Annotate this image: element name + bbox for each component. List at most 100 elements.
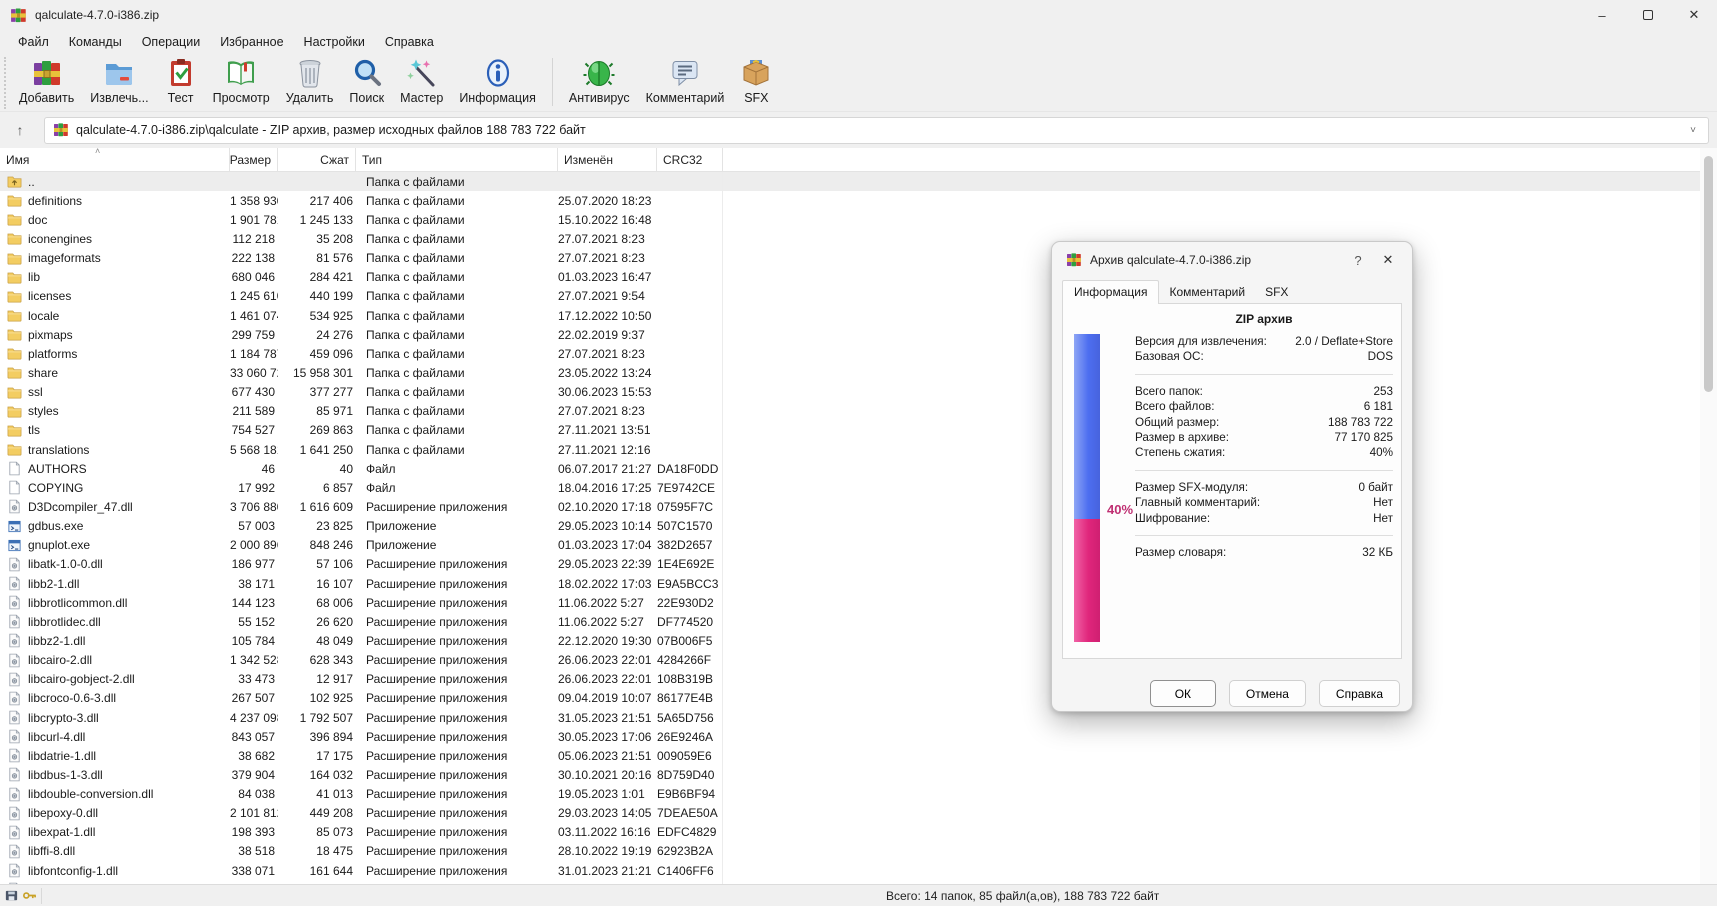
- file-row-libffi-8.dll[interactable]: libffi-8.dll 38 518 18 475 Расширение прило…: [0, 841, 1700, 862]
- file-row-libb2-1.dll[interactable]: libb2-1.dll 38 171 16 107 Расширение прилож…: [0, 573, 1700, 594]
- dialog-close-button[interactable]: ✕: [1372, 252, 1404, 268]
- file-row-libcrypto-3.dll[interactable]: libcrypto-3.dll 4 237 098 1 792 507 Расшире…: [0, 707, 1700, 728]
- file-modified: 31.01.2023 21:21: [558, 863, 652, 878]
- file-row-libbz2-1.dll[interactable]: libbz2-1.dll 105 784 48 049 Расширение прил…: [0, 631, 1700, 651]
- file-type: Файл: [366, 480, 396, 495]
- file-row-libatk-1.0-0.dll[interactable]: libatk-1.0-0.dll 186 977 57 106 Расширение …: [0, 554, 1700, 574]
- file-type: Папка с файлами: [366, 212, 465, 227]
- column-header-packed[interactable]: Сжат: [278, 148, 356, 171]
- minimize-button[interactable]: –: [1579, 0, 1625, 30]
- toolbar-button-добавить[interactable]: Добавить: [11, 55, 82, 107]
- file-row-doc[interactable]: doc 1 901 781 1 245 133 Папка с файлами 15.1…: [0, 210, 1700, 230]
- file-row-definitions[interactable]: definitions 1 358 930 217 406 Папка с файла…: [0, 191, 1700, 211]
- vertical-scrollbar[interactable]: [1700, 148, 1717, 884]
- file-row-libdouble-conversion.dll[interactable]: libdouble-conversion.dll 84 038 41 013 Расш…: [0, 784, 1700, 804]
- toolbar-button-поиск[interactable]: Поиск: [341, 55, 392, 107]
- toolbar-button-sfx[interactable]: SFX: [732, 55, 780, 107]
- file-row-ssl[interactable]: ssl 677 430 377 277 Папка с файлами 30.06.20…: [0, 382, 1700, 402]
- toolbar-button-антивирус[interactable]: Антивирус: [561, 55, 638, 107]
- dialog-button-справка[interactable]: Справка: [1318, 680, 1400, 707]
- toolbar-button-просмотр[interactable]: Просмотр: [205, 55, 278, 107]
- dll-icon: [7, 614, 28, 629]
- file-row-AUTHORS[interactable]: AUTHORS 46 40 Файл 06.07.2017 21:27 DA18F0DD: [0, 459, 1700, 479]
- file-crc: 108B319B: [657, 669, 723, 689]
- column-header-label: Сжат: [320, 152, 349, 167]
- file-name: libffi-8.dll: [28, 844, 76, 859]
- menu-item-настройки[interactable]: Настройки: [294, 33, 375, 51]
- file-row-gdbus.exe[interactable]: gdbus.exe 57 003 23 825 Приложение 29.05.202…: [0, 516, 1700, 536]
- dialog-button-ок[interactable]: ОК: [1149, 680, 1216, 707]
- maximize-button[interactable]: [1625, 0, 1671, 30]
- close-button[interactable]: ✕: [1671, 0, 1717, 30]
- dialog-tab-sfx[interactable]: SFX: [1255, 282, 1298, 303]
- scrollbar-thumb[interactable]: [1704, 156, 1713, 392]
- file-row-styles[interactable]: styles 211 589 85 971 Папка с файлами 27.07.…: [0, 401, 1700, 421]
- menu-item-операции[interactable]: Операции: [132, 33, 210, 51]
- file-packed: 284 421: [309, 270, 353, 285]
- toolbar-button-label: Тест: [167, 91, 194, 105]
- file-row-locale[interactable]: locale 1 461 074 534 925 Папка с файлами 17.…: [0, 305, 1700, 326]
- up-one-level-button[interactable]: ↑: [4, 117, 36, 143]
- winrar-archive-icon: [1066, 252, 1090, 268]
- file-row-libbrotlicommon.dll[interactable]: libbrotlicommon.dll 144 123 68 006 Расширен…: [0, 593, 1700, 613]
- dialog-tab-комментарий[interactable]: Комментарий: [1159, 282, 1255, 303]
- file-crc: [657, 420, 723, 440]
- file-name: ssl: [28, 385, 43, 400]
- file-row-gnuplot.exe[interactable]: gnuplot.exe 2 000 896 848 246 Приложение 01.…: [0, 535, 1700, 555]
- file-row-tls[interactable]: tls 754 527 269 863 Папка с файлами 27.11.20…: [0, 420, 1700, 440]
- toolbar-button-извлечь[interactable]: Извлечь...: [82, 55, 156, 107]
- toolbar-button-удалить[interactable]: Удалить: [278, 55, 342, 107]
- file-row-libepoxy-0.dll[interactable]: libepoxy-0.dll 2 101 812 449 208 Расширение…: [0, 803, 1700, 823]
- file-row-libexpat-1.dll[interactable]: libexpat-1.dll 198 393 85 073 Расширение пр…: [0, 822, 1700, 842]
- file-name: libcairo-gobject-2.dll: [28, 672, 135, 687]
- file-modified: 30.05.2023 17:06: [558, 729, 652, 744]
- toolbar-button-мастер[interactable]: Мастер: [392, 55, 451, 107]
- file-row-platforms[interactable]: platforms 1 184 787 459 096 Папка с файлами…: [0, 344, 1700, 364]
- file-packed: 17 175: [316, 748, 353, 763]
- file-name: D3Dcompiler_47.dll: [28, 499, 133, 514]
- toolbar-button-комментарий[interactable]: Комментарий: [638, 55, 733, 107]
- file-row-libdbus-1-3.dll[interactable]: libdbus-1-3.dll 379 904 164 032 Расширение …: [0, 765, 1700, 785]
- file-modified: 01.03.2023 17:04: [558, 538, 652, 553]
- toolbar-button-информация[interactable]: Информация: [451, 55, 544, 107]
- file-crc: E9A5BCC3: [657, 573, 723, 594]
- column-header-size[interactable]: Размер: [230, 148, 278, 171]
- dialog-help-button[interactable]: ?: [1344, 253, 1372, 268]
- file-row-pixmaps[interactable]: pixmaps 299 759 24 276 Папка с файлами 22.02…: [0, 325, 1700, 345]
- file-row-COPYING[interactable]: COPYING 17 992 6 857 Файл 18.04.2016 17:25 7E…: [0, 478, 1700, 498]
- file-row-libcurl-4.dll[interactable]: libcurl-4.dll 843 057 396 894 Расширение пр…: [0, 727, 1700, 747]
- info-label: Версия для извлечения:: [1135, 335, 1267, 348]
- file-crc: 26E9246A: [657, 727, 723, 747]
- compression-gauge: [1074, 334, 1100, 642]
- file-row-libcairo-2.dll[interactable]: libcairo-2.dll 1 342 528 628 343 Расширение…: [0, 650, 1700, 670]
- file-row-iconengines[interactable]: iconengines 112 218 35 208 Папка с файлами 2…: [0, 229, 1700, 249]
- file-row-translations[interactable]: translations 5 568 181 1 641 250 Папка с фа…: [0, 439, 1700, 460]
- file-row-libcroco-0.6-3.dll[interactable]: libcroco-0.6-3.dll 267 507 102 925 Расширен…: [0, 688, 1700, 708]
- file-row-share[interactable]: share 33 060 724 15 958 301 Папка с файлами…: [0, 363, 1700, 383]
- file-row-libfontconfig-1.dll[interactable]: libfontconfig-1.dll 338 071 161 644 Расшире…: [0, 861, 1700, 881]
- file-row-licenses[interactable]: licenses 1 245 610 440 199 Папка с файлами 2…: [0, 286, 1700, 306]
- menu-item-файл[interactable]: Файл: [8, 33, 59, 51]
- dialog-tabs: Информация Комментарий SFX: [1052, 278, 1412, 304]
- file-row-lib[interactable]: lib 680 046 284 421 Папка с файлами 01.03.20…: [0, 267, 1700, 287]
- menu-item-справка[interactable]: Справка: [375, 33, 444, 51]
- toolbar-button-тест[interactable]: Тест: [157, 55, 205, 107]
- file-row-imageformats[interactable]: imageformats 222 138 81 576 Папка с файлами…: [0, 248, 1700, 268]
- file-type: Папка с файлами: [366, 289, 465, 304]
- dialog-tab-информация[interactable]: Информация: [1062, 280, 1160, 304]
- address-dropdown-icon[interactable]: ˅: [1686, 125, 1700, 136]
- menu-item-команды[interactable]: Команды: [59, 33, 132, 51]
- menu-item-избранное[interactable]: Избранное: [210, 33, 293, 51]
- sfx-box-icon: [740, 57, 772, 89]
- file-row-libbrotlidec.dll[interactable]: libbrotlidec.dll 55 152 26 620 Расширение п…: [0, 612, 1700, 632]
- file-row-..[interactable]: .. Папка с файлами: [0, 172, 1700, 192]
- file-row-libdatrie-1.dll[interactable]: libdatrie-1.dll 38 682 17 175 Расширение пр…: [0, 746, 1700, 766]
- address-bar[interactable]: qalculate-4.7.0-i386.zip\qalculate - ZIP…: [44, 116, 1709, 144]
- dialog-button-отмена[interactable]: Отмена: [1228, 680, 1306, 707]
- column-header-type[interactable]: Тип: [356, 148, 558, 171]
- column-header-name[interactable]: Имя ˄: [0, 146, 230, 171]
- column-header-crc32[interactable]: CRC32: [657, 148, 723, 171]
- file-row-D3Dcompiler_47.dll[interactable]: D3Dcompiler_47.dll 3 706 880 1 616 609 Расш…: [0, 497, 1700, 517]
- column-header-modified[interactable]: Изменён: [558, 148, 657, 171]
- file-row-libcairo-gobject-2.dll[interactable]: libcairo-gobject-2.dll 33 473 12 917 Расшир…: [0, 669, 1700, 689]
